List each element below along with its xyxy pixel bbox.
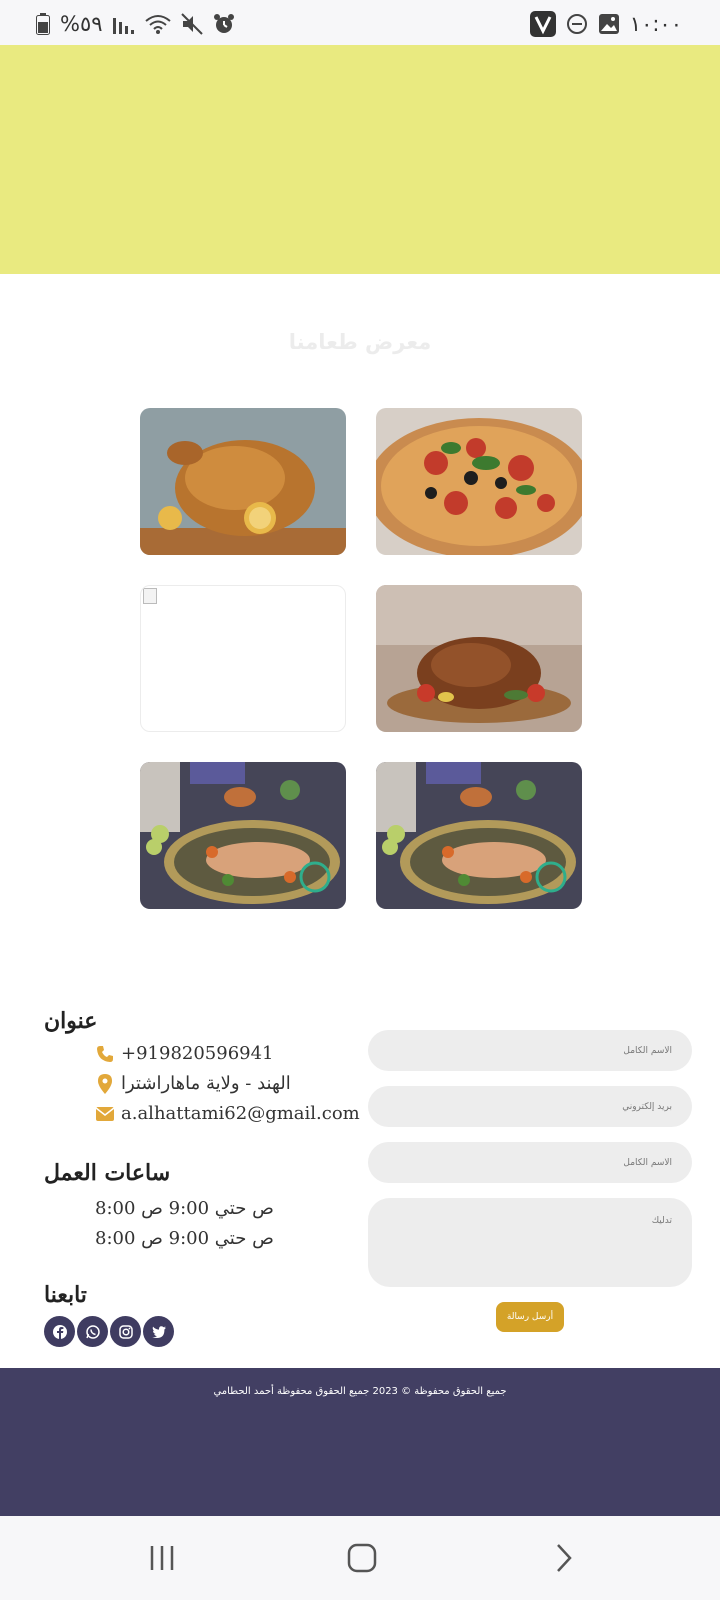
hours-line-1: 8:00 ص حتي 9:00 ص	[95, 1198, 274, 1219]
fish-platter-image-right	[376, 762, 582, 909]
follow-heading: تابعنا	[44, 1282, 87, 1308]
instagram-icon[interactable]	[110, 1316, 141, 1347]
email-address[interactable]: a.alhattami62@gmail.com	[121, 1103, 360, 1124]
location-line: الهند - ولاية ماهاراشترا	[95, 1073, 291, 1094]
facebook-icon[interactable]	[44, 1316, 75, 1347]
broken-image	[140, 585, 346, 732]
battery-icon	[36, 13, 50, 35]
alarm-icon	[213, 13, 235, 35]
email-field[interactable]: بريد إلكتروني	[368, 1086, 692, 1127]
status-bar: %٥٩ ١٠:٠٠	[0, 0, 720, 45]
status-left-group: %٥٩	[36, 12, 235, 36]
home-button[interactable]	[342, 1538, 382, 1578]
wifi-icon	[144, 13, 171, 35]
pizza-image	[376, 408, 582, 555]
location-text: الهند - ولاية ماهاراشترا	[121, 1073, 291, 1094]
back-button[interactable]	[544, 1538, 584, 1578]
phone-number[interactable]: +919820596941	[121, 1043, 274, 1064]
gallery-title: معرض طعامنا	[288, 330, 432, 354]
clock: ١٠:٠٠	[629, 12, 682, 36]
social-links	[44, 1316, 174, 1347]
phone-icon	[95, 1044, 115, 1064]
envelope-icon	[95, 1104, 115, 1124]
broken-image-icon	[143, 588, 157, 604]
roast-chicken-board-image	[376, 585, 582, 732]
signal-icon	[112, 14, 135, 34]
hours-heading: ساعات العمل	[44, 1160, 171, 1186]
hours-line-2: 8:00 ص حتي 9:00 ص	[95, 1228, 274, 1249]
footer: جميع الحقوق محفوظة © 2023 جميع الحقوق مح…	[0, 1368, 720, 1516]
battery-percent: %٥٩	[60, 12, 103, 36]
map-marker-icon	[95, 1073, 115, 1094]
status-right-group: ١٠:٠٠	[529, 11, 682, 37]
vpn-v-icon	[529, 11, 556, 37]
dnd-icon	[566, 13, 588, 35]
send-message-button[interactable]: أرسل رسالة	[496, 1302, 564, 1332]
recent-apps-button[interactable]	[142, 1538, 182, 1578]
gallery-icon	[598, 13, 620, 35]
hero-banner	[0, 45, 720, 274]
full-name-field[interactable]: الاسم الكامل	[368, 1030, 692, 1071]
message-textarea[interactable]: تدليك	[368, 1198, 692, 1287]
address-heading: عنوان	[44, 1008, 98, 1034]
whatsapp-icon[interactable]	[77, 1316, 108, 1347]
email-line: a.alhattami62@gmail.com	[95, 1103, 360, 1124]
phone-line: +919820596941	[95, 1043, 274, 1064]
mute-icon	[180, 13, 203, 35]
footer-copyright: جميع الحقوق محفوظة © 2023 جميع الحقوق مح…	[213, 1386, 507, 1397]
fish-platter-image-left	[140, 762, 346, 909]
twitter-icon[interactable]	[143, 1316, 174, 1347]
system-nav-bar	[0, 1516, 720, 1600]
roast-chicken-lemon-image	[140, 408, 346, 555]
subject-field[interactable]: الاسم الكامل	[368, 1142, 692, 1183]
